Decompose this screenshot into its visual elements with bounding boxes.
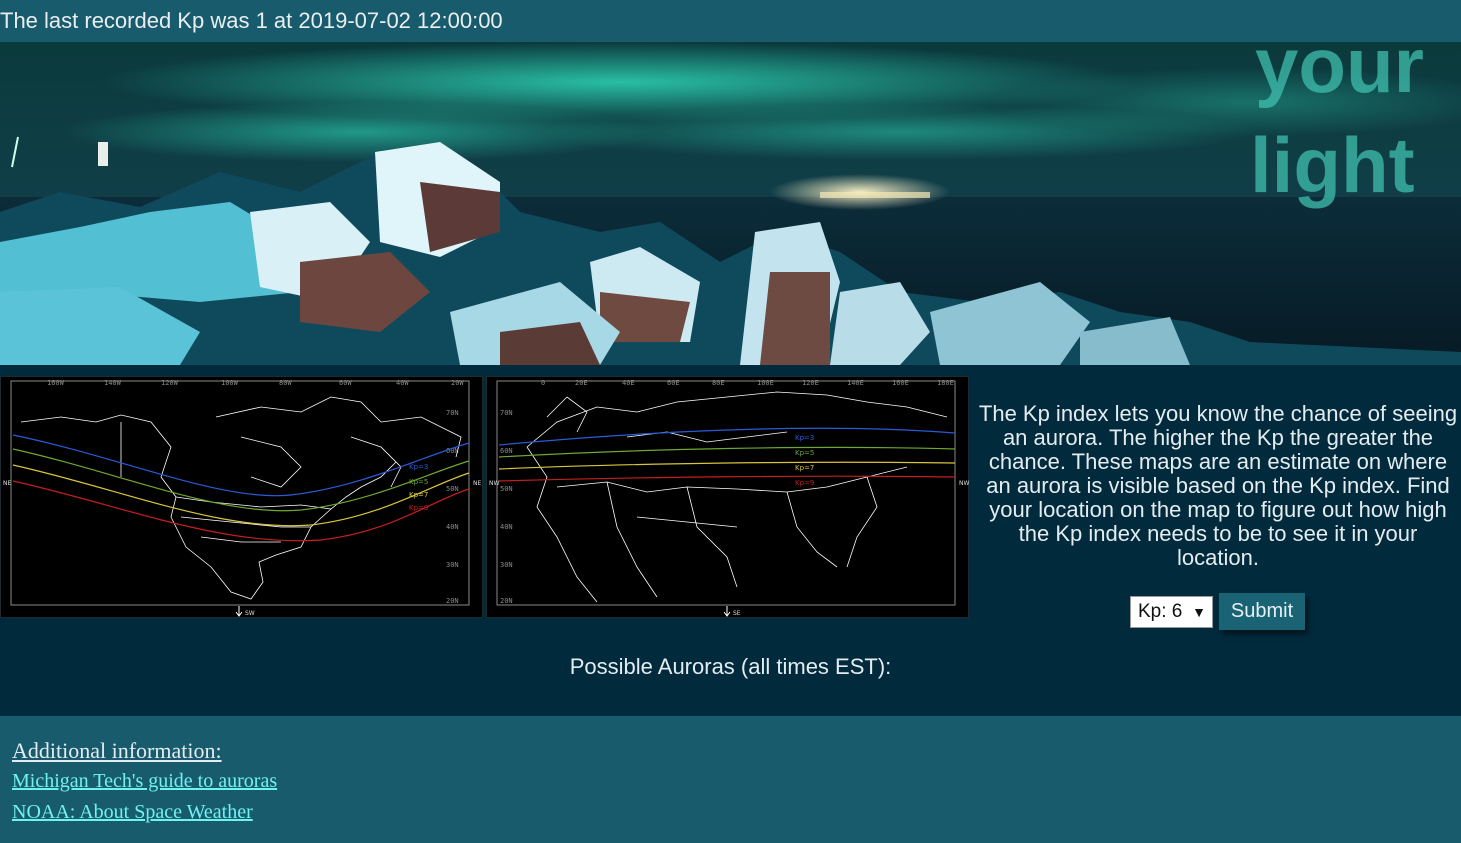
michigan-tech-link[interactable]: Michigan Tech's guide to auroras (12, 770, 277, 793)
na-lon-label: 60W (339, 379, 352, 387)
submit-button[interactable]: Submit (1219, 593, 1305, 630)
na-edge-label-right: NE (473, 480, 481, 487)
eu-lon-label: 80E (712, 379, 725, 387)
na-edge-label-bottom: SW (245, 610, 255, 617)
aurora-banner-image: your light (0, 42, 1461, 365)
eu-lon-label: 140E (847, 379, 864, 387)
na-curve-label-kp5: Kp=5 (409, 478, 428, 486)
eu-lat-label: 40N (500, 523, 513, 531)
eu-lon-label: 100E (757, 379, 774, 387)
na-lon-label: 160W (47, 379, 65, 387)
eurasia-kp-map: 0 20E 40E 60E 80E 100E 120E 140E 160E 18… (486, 376, 969, 618)
last-kp-status: The last recorded Kp was 1 at 2019-07-02… (0, 8, 503, 33)
eu-lon-label: 120E (802, 379, 819, 387)
eu-lat-label: 50N (500, 485, 513, 493)
na-curve-label-kp3: Kp=3 (409, 463, 428, 471)
dropdown-arrow-icon: ▼ (1192, 603, 1206, 620)
eu-edge-label-bottom: SE (733, 610, 741, 617)
na-edge-label-left: NE (3, 480, 11, 487)
eu-lon-label: 0 (541, 379, 545, 387)
eu-lat-label: 60N (500, 447, 513, 455)
na-lon-label: 100W (221, 379, 239, 387)
na-lat-label: 20N (446, 597, 459, 605)
na-curve-label-kp9: Kp=9 (409, 504, 428, 512)
kp-form: Kp: 6 ▼ Submit (1130, 593, 1305, 630)
eu-edge-label-left: NW (489, 480, 499, 487)
eu-curve-label-kp9: Kp=9 (795, 479, 814, 487)
eu-lon-label: 160E (892, 379, 909, 387)
possible-auroras-heading: Possible Auroras (all times EST): (569, 654, 892, 679)
na-lon-label: 20W (451, 379, 464, 387)
na-curve-label-kp7: Kp=7 (409, 491, 428, 499)
eu-lon-label: 40E (622, 379, 635, 387)
eu-curve-label-kp7: Kp=7 (795, 464, 814, 472)
noaa-link[interactable]: NOAA: About Space Weather (12, 801, 253, 824)
eu-lat-label: 70N (500, 409, 513, 417)
na-lon-label: 80W (279, 379, 292, 387)
north-america-kp-map: 160W 140W 120W 100W 80W 60W 40W 20W 70N … (0, 376, 483, 618)
eu-edge-label-right: NW (959, 480, 969, 487)
additional-info-heading: Additional information: (12, 738, 222, 763)
banner-overlay-text-1: your (1255, 42, 1424, 109)
na-lon-label: 140W (104, 379, 122, 387)
eu-curve-label-kp3: Kp=3 (795, 434, 814, 442)
na-lon-label: 40W (396, 379, 409, 387)
status-bar: The last recorded Kp was 1 at 2019-07-02… (0, 0, 1461, 42)
eu-lat-label: 20N (500, 597, 513, 605)
na-lat-label: 30N (446, 561, 459, 569)
kp-select-value: Kp: 6 (1138, 600, 1183, 622)
eu-lon-label: 180E (937, 379, 954, 387)
kp-select[interactable]: Kp: 6 ▼ (1130, 595, 1213, 628)
eu-lon-label: 60E (667, 379, 680, 387)
eu-lon-label: 20E (575, 379, 588, 387)
na-lat-label: 50N (446, 485, 459, 493)
na-lon-label: 120W (161, 379, 179, 387)
na-lat-label: 40N (446, 523, 459, 531)
eu-lat-label: 30N (500, 561, 513, 569)
footer: Additional information: Michigan Tech's … (0, 716, 1461, 843)
na-lat-label: 70N (446, 409, 459, 417)
kp-description: The Kp index lets you know the chance of… (978, 401, 1458, 570)
eu-curve-label-kp5: Kp=5 (795, 449, 814, 457)
banner-overlay-text-2: light (1250, 121, 1415, 209)
